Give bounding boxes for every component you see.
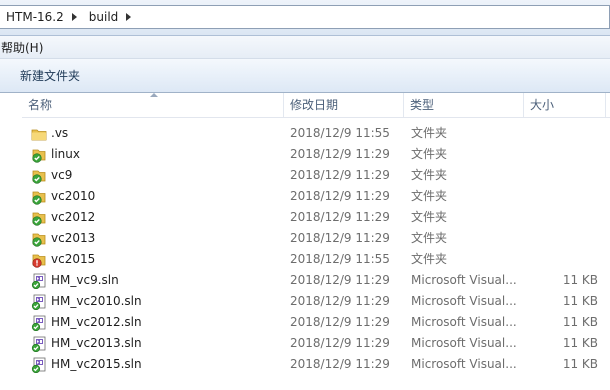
- file-date: 2018/12/9 11:29: [290, 294, 390, 308]
- file-row[interactable]: vc2015 2018/12/9 11:55 文件夹: [22, 249, 610, 270]
- file-type: Microsoft Visual...: [411, 315, 517, 329]
- file-date: 2018/12/9 11:29: [290, 210, 390, 224]
- file-type: 文件夹: [411, 168, 448, 182]
- file-row[interactable]: vc9 2018/12/9 11:29 文件夹: [22, 165, 610, 186]
- file-type: 文件夹: [411, 147, 448, 161]
- list-header: 名称 修改日期 类型 大小: [22, 93, 610, 118]
- file-row[interactable]: HM_vc2012.sln 2018/12/9 11:29 Microsoft Vi…: [22, 312, 610, 333]
- file-type: Microsoft Visual...: [411, 294, 517, 308]
- sln-file-icon: [31, 336, 47, 353]
- file-row[interactable]: vc2013 2018/12/9 11:29 文件夹: [22, 228, 610, 249]
- file-date: 2018/12/9 11:29: [290, 336, 390, 350]
- file-size: 11 KB: [562, 315, 598, 329]
- breadcrumb[interactable]: HTM-16.2 build: [0, 5, 610, 29]
- file-date: 2018/12/9 11:55: [290, 126, 390, 140]
- file-row[interactable]: vc2010 2018/12/9 11:29 文件夹: [22, 186, 610, 207]
- menu-help[interactable]: 帮助(H): [0, 39, 47, 56]
- toolbar: 新建文件夹: [0, 59, 610, 93]
- file-row[interactable]: HM_vc9.sln 2018/12/9 11:29 Microsoft Visua…: [22, 270, 610, 291]
- file-name: vc2013: [51, 231, 96, 245]
- file-size: 11 KB: [562, 294, 598, 308]
- file-name: .vs: [51, 126, 69, 140]
- file-date: 2018/12/9 11:29: [290, 231, 390, 245]
- file-row[interactable]: vc2012 2018/12/9 11:29 文件夹: [22, 207, 610, 228]
- file-row[interactable]: linux 2018/12/9 11:29 文件夹: [22, 144, 610, 165]
- file-type: Microsoft Visual...: [411, 357, 517, 371]
- new-folder-button[interactable]: 新建文件夹: [14, 64, 86, 87]
- file-name: HM_vc2012.sln: [51, 315, 142, 329]
- file-name: HM_vc2013.sln: [51, 336, 142, 350]
- file-name: linux: [51, 147, 80, 161]
- file-date: 2018/12/9 11:29: [290, 147, 390, 161]
- file-name: vc9: [51, 168, 73, 182]
- menu-bar: 帮助(H): [0, 36, 610, 59]
- column-header-type[interactable]: 类型: [404, 93, 524, 117]
- file-row[interactable]: .vs 2018/12/9 11:55 文件夹: [22, 123, 610, 144]
- file-date: 2018/12/9 11:55: [290, 252, 390, 266]
- folder-synced-icon: [31, 189, 47, 205]
- file-date: 2018/12/9 11:29: [290, 168, 390, 182]
- breadcrumb-item-htm[interactable]: HTM-16.2: [0, 10, 68, 24]
- address-bar[interactable]: HTM-16.2 build: [0, 0, 610, 36]
- chevron-right-icon[interactable]: [126, 13, 132, 21]
- folder-icon: [31, 126, 47, 142]
- file-type: 文件夹: [411, 126, 448, 140]
- column-header-size[interactable]: 大小: [524, 93, 606, 117]
- file-size: 11 KB: [562, 336, 598, 350]
- file-list: 名称 修改日期 类型 大小 .vs 2018/12/9 11:55 文件夹 linux…: [0, 93, 610, 390]
- file-name: vc2012: [51, 210, 96, 224]
- breadcrumb-item-build[interactable]: build: [83, 10, 123, 24]
- file-date: 2018/12/9 11:29: [290, 273, 390, 287]
- file-size: 11 KB: [562, 273, 598, 287]
- sln-file-icon: [31, 294, 47, 311]
- sln-file-icon: [31, 273, 47, 290]
- file-name: HM_vc9.sln: [51, 273, 119, 287]
- file-date: 2018/12/9 11:29: [290, 357, 390, 371]
- file-name: HM_vc2010.sln: [51, 294, 142, 308]
- file-type: 文件夹: [411, 252, 448, 266]
- file-row[interactable]: HM_vc2010.sln 2018/12/9 11:29 Microsoft Vi…: [22, 291, 610, 312]
- file-type: 文件夹: [411, 231, 448, 245]
- file-size: 11 KB: [562, 357, 598, 371]
- file-type: 文件夹: [411, 210, 448, 224]
- file-type: Microsoft Visual...: [411, 273, 517, 287]
- folder-synced-icon: [31, 168, 47, 184]
- folder-modified-icon: [31, 252, 47, 268]
- file-name: vc2015: [51, 252, 96, 266]
- file-name: HM_vc2015.sln: [51, 357, 142, 371]
- sort-ascending-icon: [150, 93, 158, 97]
- folder-synced-icon: [31, 231, 47, 247]
- file-name: vc2010: [51, 189, 96, 203]
- chevron-right-icon[interactable]: [71, 13, 77, 21]
- file-row[interactable]: HM_vc2013.sln 2018/12/9 11:29 Microsoft Vi…: [22, 333, 610, 354]
- file-date: 2018/12/9 11:29: [290, 315, 390, 329]
- file-row[interactable]: HM_vc2015.sln 2018/12/9 11:29 Microsoft Vi…: [22, 354, 610, 375]
- file-date: 2018/12/9 11:29: [290, 189, 390, 203]
- column-header-date[interactable]: 修改日期: [284, 93, 404, 117]
- folder-synced-icon: [31, 210, 47, 226]
- sln-file-icon: [31, 357, 47, 374]
- file-type: Microsoft Visual...: [411, 336, 517, 350]
- folder-synced-icon: [31, 147, 47, 163]
- file-type: 文件夹: [411, 189, 448, 203]
- sln-file-icon: [31, 315, 47, 332]
